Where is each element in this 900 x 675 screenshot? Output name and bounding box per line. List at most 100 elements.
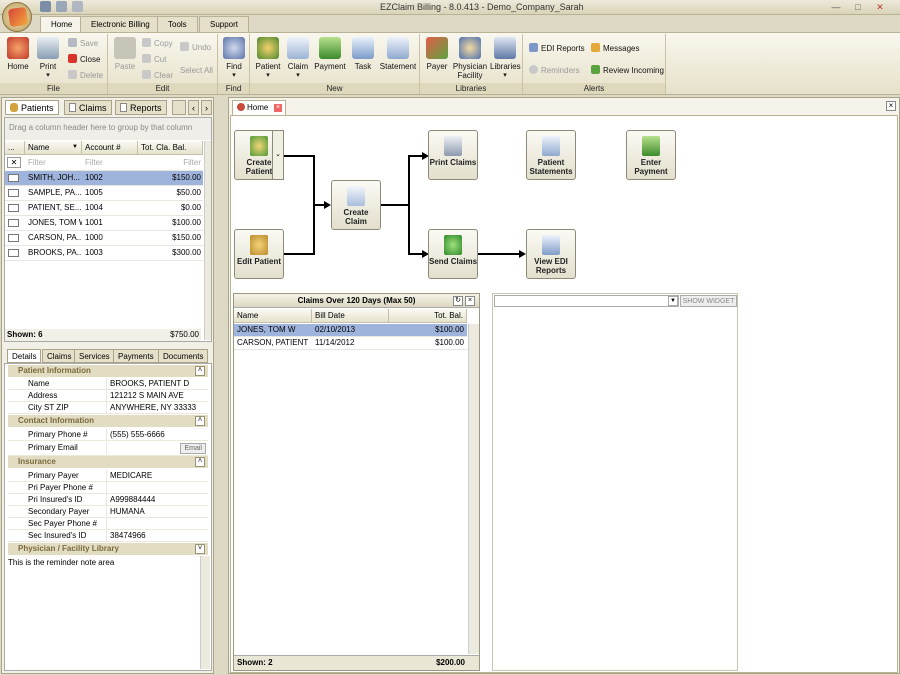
vertical-scrollbar[interactable] xyxy=(204,141,211,340)
patient-information-header[interactable]: Patient Information ˄ xyxy=(8,365,208,377)
messages-button[interactable]: Messages xyxy=(591,43,639,53)
tab-scroll-right-icon[interactable]: › xyxy=(201,100,212,115)
patient-account-cell[interactable]: 1002 xyxy=(82,171,138,186)
maximize-icon[interactable]: □ xyxy=(850,1,866,13)
table-row[interactable] xyxy=(5,231,25,246)
patient-name-cell[interactable]: SAMPLE, PA... xyxy=(25,186,82,201)
reminder-note-area[interactable]: This is the reminder note area xyxy=(6,556,200,666)
widget-close-icon[interactable]: × xyxy=(465,296,475,306)
detail-tab-payments[interactable]: Payments xyxy=(113,349,159,363)
patient-address-value[interactable]: 121212 S MAIN AVE xyxy=(106,390,206,402)
copy-button[interactable]: Copy xyxy=(142,38,173,48)
patient-statements-button[interactable]: Patient Statements xyxy=(526,130,576,180)
claim-name-cell[interactable]: CARSON, PATIENT xyxy=(234,337,312,350)
row-select-icon[interactable] xyxy=(8,174,19,182)
patient-name-value[interactable]: BROOKS, PATIENT D xyxy=(106,378,206,390)
create-patient-dropdown-icon[interactable]: ⌄ xyxy=(272,130,284,180)
column-header-account[interactable]: Account # xyxy=(82,141,138,155)
libraries-button[interactable]: Libraries ▾ xyxy=(490,37,521,79)
patient-account-cell[interactable]: 1004 xyxy=(82,201,138,216)
detail-tab-documents[interactable]: Documents xyxy=(158,349,209,363)
delete-button[interactable]: Delete xyxy=(68,70,103,80)
detail-tab-details[interactable]: Details xyxy=(7,349,42,363)
row-select-icon[interactable] xyxy=(8,219,19,227)
details-scrollbar[interactable] xyxy=(200,556,210,669)
qat-save-icon[interactable] xyxy=(72,1,83,12)
enter-payment-button[interactable]: Enter Payment xyxy=(626,130,676,180)
widget-refresh-icon[interactable]: ↻ xyxy=(453,296,463,306)
patient-city-value[interactable]: ANYWHERE, NY 33333 xyxy=(106,402,206,414)
patient-account-cell[interactable]: 1003 xyxy=(82,246,138,261)
new-payment-button[interactable]: Payment xyxy=(313,37,347,71)
claim-balance-cell[interactable]: $100.00 xyxy=(389,337,467,350)
row-select-icon[interactable] xyxy=(8,234,19,242)
widget-select-dropdown-icon[interactable]: ▼ xyxy=(668,296,678,306)
patient-name-cell[interactable]: JONES, TOM W xyxy=(25,216,82,231)
panel-splitter[interactable] xyxy=(216,97,226,674)
email-button[interactable]: Email xyxy=(180,443,206,454)
detail-tab-services[interactable]: Services xyxy=(74,349,115,363)
column-header-menu[interactable]: ... xyxy=(5,141,25,155)
close-window-icon[interactable]: ✕ xyxy=(872,1,888,13)
table-row[interactable] xyxy=(5,246,25,261)
filter-account-input[interactable]: Filter xyxy=(82,156,138,171)
table-row[interactable] xyxy=(5,216,25,231)
view-edi-reports-button[interactable]: View EDI Reports xyxy=(526,229,576,279)
claim-balance-cell[interactable]: $100.00 xyxy=(389,324,467,337)
claim-date-cell[interactable]: 02/10/2013 xyxy=(312,324,389,337)
patient-account-cell[interactable]: 1001 xyxy=(82,216,138,231)
send-claims-button[interactable]: Send Claims xyxy=(428,229,478,279)
paste-button[interactable]: Paste xyxy=(112,37,138,71)
claim-date-cell[interactable]: 11/14/2012 xyxy=(312,337,389,350)
patient-name-cell[interactable]: PATIENT, SE... xyxy=(25,201,82,216)
column-header-tot-bal[interactable]: Tot. Bal. xyxy=(389,309,467,323)
close-document-icon[interactable]: × xyxy=(886,101,896,111)
patient-balance-cell[interactable]: $300.00 xyxy=(138,246,203,261)
minimize-icon[interactable]: — xyxy=(828,1,844,13)
patient-balance-cell[interactable]: $0.00 xyxy=(138,201,203,216)
cut-button[interactable]: Cut xyxy=(142,54,166,64)
qat-print-icon[interactable] xyxy=(56,1,67,12)
patient-balance-cell[interactable]: $150.00 xyxy=(138,171,203,186)
qat-undo-icon[interactable] xyxy=(40,1,51,12)
physician-facility-header[interactable]: Physician / Facility Library ˅ xyxy=(8,543,208,555)
new-statement-button[interactable]: Statement xyxy=(378,37,418,71)
column-header-balance[interactable]: Tot. Cla. Bal. xyxy=(138,141,203,155)
clear-filter-icon[interactable]: ✕ xyxy=(7,157,21,168)
new-patient-button[interactable]: Patient ▾ xyxy=(254,37,282,79)
claim-name-cell[interactable]: JONES, TOM W xyxy=(234,324,312,337)
row-select-icon[interactable] xyxy=(8,189,19,197)
primary-payer-value[interactable]: MEDICARE xyxy=(106,470,206,482)
column-header-name[interactable]: Name ▼ xyxy=(25,141,82,155)
print-claims-button[interactable]: Print Claims xyxy=(428,130,478,180)
tab-claims[interactable]: Claims xyxy=(64,100,112,115)
contact-information-header[interactable]: Contact Information ˄ xyxy=(8,415,208,427)
edit-patient-button[interactable]: Edit Patient xyxy=(234,229,284,279)
row-select-icon[interactable] xyxy=(8,249,19,257)
patient-balance-cell[interactable]: $50.00 xyxy=(138,186,203,201)
create-claim-button[interactable]: Create Claim xyxy=(331,180,381,230)
table-row[interactable] xyxy=(5,186,25,201)
pri-insured-id-value[interactable]: A999884444 xyxy=(106,494,206,506)
sec-insured-id-value[interactable]: 38474966 xyxy=(106,530,206,542)
patient-balance-cell[interactable]: $100.00 xyxy=(138,216,203,231)
patient-account-cell[interactable]: 1005 xyxy=(82,186,138,201)
home-button[interactable]: Home xyxy=(5,37,31,71)
tab-tools[interactable]: Tools xyxy=(157,16,198,32)
clear-button[interactable]: Clear xyxy=(142,70,173,80)
patient-name-cell[interactable]: SMITH, JOH... xyxy=(25,171,82,186)
detail-tab-claims[interactable]: Claims xyxy=(42,349,77,363)
column-header-bill-date[interactable]: Bill Date xyxy=(312,309,389,323)
tab-scroll-left-icon[interactable]: ‹ xyxy=(188,100,199,115)
patient-name-cell[interactable]: BROOKS, PA... xyxy=(25,246,82,261)
filter-balance-input[interactable]: Filter xyxy=(138,156,203,171)
secondary-payer-value[interactable]: HUMANA xyxy=(106,506,206,518)
physician-facility-button[interactable]: Physician Facility xyxy=(452,37,488,80)
review-incoming-button[interactable]: Review Incoming xyxy=(591,65,664,75)
pri-payer-phone-value[interactable] xyxy=(106,482,206,494)
tab-home[interactable]: Home xyxy=(40,16,84,33)
new-claim-button[interactable]: Claim ▾ xyxy=(286,37,310,79)
edi-reports-button[interactable]: EDI Reports xyxy=(529,43,585,53)
filter-name-input[interactable]: Filter xyxy=(25,156,82,171)
tab-reports[interactable]: Reports xyxy=(115,100,167,115)
